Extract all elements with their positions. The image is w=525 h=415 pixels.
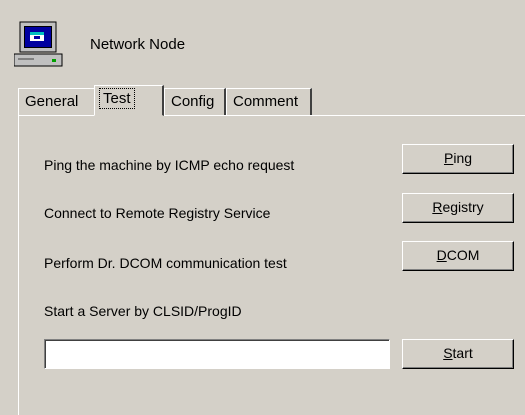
tab-config[interactable]: Config [164,88,226,115]
dcom-button-label: COM [446,247,480,263]
ping-button-mnemonic: P [443,150,454,166]
dcom-label: Perform Dr. DCOM communication test [44,255,287,271]
tab-comment-label: Comment [233,93,299,110]
ping-button[interactable]: Ping [402,144,514,174]
tab-config-label: Config [171,93,215,110]
dcom-button[interactable]: DCOM [402,241,514,271]
start-button-label: tart [452,345,473,361]
start-button[interactable]: Start [402,339,514,369]
ping-button-label: ing [453,150,473,166]
registry-button-label: egistry [442,199,484,215]
dcom-button-mnemonic: D [436,247,447,263]
server-label: Start a Server by CLSID/ProgID [44,303,242,319]
clsid-input[interactable] [44,339,390,369]
page-title: Network Node [90,36,186,53]
computer-icon [13,20,66,68]
tab-test-label: Test [99,88,135,109]
tab-general-label: General [25,93,79,110]
start-button-mnemonic: S [443,345,453,361]
registry-button[interactable]: Registry [402,193,514,223]
ping-label: Ping the machine by ICMP echo request [44,157,295,173]
registry-label: Connect to Remote Registry Service [44,205,271,221]
tab-test[interactable]: Test [94,85,164,116]
registry-button-mnemonic: R [432,199,443,215]
tab-general[interactable]: General [18,88,98,115]
tab-comment[interactable]: Comment [226,88,312,115]
